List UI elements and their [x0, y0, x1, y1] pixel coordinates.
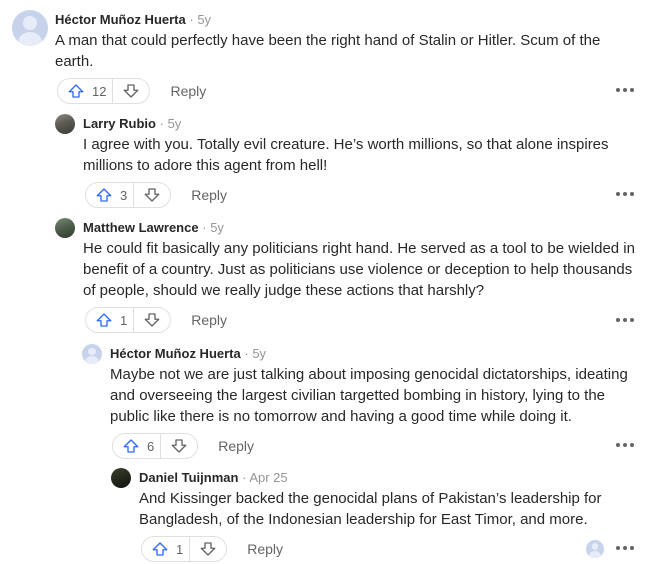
comment: Matthew Lawrence · 5y He could fit basic… — [55, 212, 648, 340]
comment-meta: Héctor Muñoz Huerta · 5y — [55, 10, 211, 30]
comment-time[interactable]: Apr 25 — [249, 470, 287, 485]
vote-group: 1 — [85, 307, 172, 333]
comment: Héctor Muñoz Huerta · 5y A man that coul… — [12, 0, 648, 110]
comment-actions: 6 Reply — [112, 433, 254, 459]
vote-group: 3 — [85, 182, 172, 208]
arrow-down-icon — [124, 84, 139, 98]
more-options-icon[interactable] — [616, 546, 634, 552]
comment-text: I agree with you. Totally evil creature.… — [83, 136, 609, 174]
reply-button[interactable]: Reply — [191, 312, 227, 328]
more-options-icon[interactable] — [616, 192, 634, 198]
upvote-count: 3 — [120, 187, 128, 203]
vote-group: 12 — [57, 78, 151, 104]
arrow-down-icon — [171, 439, 187, 453]
comment-meta: Daniel Tuijnman · Apr 25 — [139, 468, 288, 488]
comment-time[interactable]: 5y — [252, 346, 266, 361]
upvote-button[interactable]: 1 — [142, 537, 191, 561]
upvote-button[interactable]: 12 — [58, 79, 114, 103]
author-avatar[interactable] — [111, 468, 131, 488]
meta-separator: · — [189, 12, 194, 27]
author-avatar[interactable] — [55, 218, 75, 238]
arrow-up-icon — [96, 188, 112, 202]
upvote-button[interactable]: 3 — [86, 183, 135, 207]
arrow-down-icon — [144, 188, 160, 202]
downvote-button[interactable] — [161, 434, 197, 458]
more-options-icon[interactable] — [616, 443, 634, 449]
arrow-down-icon — [144, 313, 160, 327]
comment-text: And Kissinger backed the genocidal plans… — [139, 490, 602, 528]
arrow-up-icon — [123, 439, 139, 453]
reply-button[interactable]: Reply — [170, 83, 206, 99]
meta-separator: · — [242, 470, 247, 485]
upvote-count: 1 — [120, 312, 128, 328]
comment-meta: Matthew Lawrence · 5y — [83, 218, 224, 238]
comment-actions: 12 Reply — [57, 78, 206, 104]
downvote-button[interactable] — [134, 183, 170, 207]
downvote-button[interactable] — [134, 308, 170, 332]
author-name[interactable]: Larry Rubio — [83, 116, 156, 131]
author-name[interactable]: Matthew Lawrence — [83, 220, 199, 235]
upvote-count: 6 — [147, 438, 155, 454]
author-avatar[interactable] — [55, 114, 75, 134]
comment-actions: 3 Reply — [85, 182, 227, 208]
comment: Héctor Muñoz Huerta · 5y Maybe not we ar… — [82, 338, 648, 466]
upvote-count: 1 — [176, 541, 184, 557]
viewer-avatar[interactable] — [586, 540, 604, 558]
vote-group: 1 — [141, 536, 228, 562]
meta-separator: · — [159, 116, 164, 131]
comment-time[interactable]: 5y — [168, 116, 182, 131]
vote-group: 6 — [112, 433, 199, 459]
comment-meta: Héctor Muñoz Huerta · 5y — [110, 344, 266, 364]
arrow-down-icon — [200, 542, 216, 556]
comment-text: A man that could perfectly have been the… — [55, 32, 601, 70]
author-name[interactable]: Héctor Muñoz Huerta — [110, 346, 241, 361]
comment: Daniel Tuijnman · Apr 25 And Kissinger b… — [111, 464, 648, 564]
upvote-button[interactable]: 1 — [86, 308, 135, 332]
downvote-button[interactable] — [113, 79, 149, 103]
comment-time[interactable]: 5y — [210, 220, 224, 235]
author-name[interactable]: Héctor Muñoz Huerta — [55, 12, 186, 27]
reply-button[interactable]: Reply — [218, 438, 254, 454]
comment-text: He could fit basically any politicians r… — [83, 240, 635, 299]
comment-time[interactable]: 5y — [197, 12, 211, 27]
comment-actions: 1 Reply — [141, 536, 283, 562]
comment: Larry Rubio · 5y I agree with you. Total… — [55, 108, 648, 212]
reply-button[interactable]: Reply — [191, 187, 227, 203]
meta-separator: · — [244, 346, 249, 361]
reply-button[interactable]: Reply — [247, 541, 283, 557]
arrow-up-icon — [152, 542, 168, 556]
arrow-up-icon — [68, 84, 84, 98]
upvote-button[interactable]: 6 — [113, 434, 162, 458]
author-name[interactable]: Daniel Tuijnman — [139, 470, 238, 485]
comment-meta: Larry Rubio · 5y — [83, 114, 181, 134]
author-avatar[interactable] — [12, 10, 48, 46]
author-avatar[interactable] — [82, 344, 102, 364]
more-options-icon[interactable] — [616, 88, 634, 94]
comment-text: Maybe not we are just talking about impo… — [110, 366, 628, 425]
comment-actions: 1 Reply — [85, 307, 227, 333]
downvote-button[interactable] — [190, 537, 226, 561]
upvote-count: 12 — [92, 83, 107, 99]
arrow-up-icon — [96, 313, 112, 327]
meta-separator: · — [202, 220, 207, 235]
more-options-icon[interactable] — [616, 318, 634, 324]
